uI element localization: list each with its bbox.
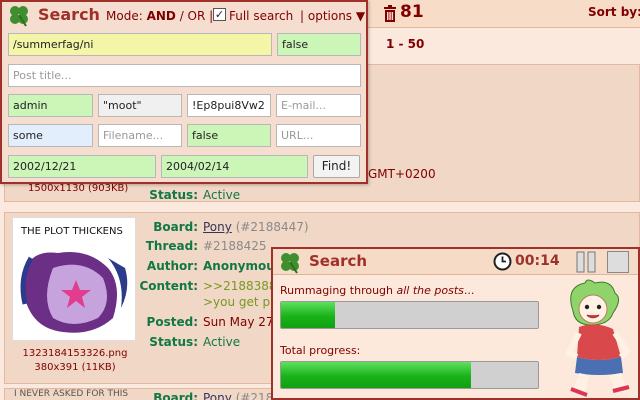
sort-by-label[interactable]: Sort by: <box>588 5 640 19</box>
date-from-input[interactable]: 2002/12/21 <box>8 155 156 178</box>
search-progress-dialog: Search 00:14 Rummaging through all the p… <box>271 247 640 400</box>
progress-status-text: Rummaging through all the posts... <box>280 284 474 297</box>
options-toggle[interactable]: | options ▼ <box>300 9 365 23</box>
post-thumbnail[interactable]: THE PLOT THICKENS <box>12 217 136 341</box>
name-input[interactable]: admin <box>8 94 93 117</box>
search-panel: Search Mode: AND / OR | ✓ Full search | … <box>0 0 368 184</box>
progress-status-suffix: ... <box>463 284 475 297</box>
trip-name-input[interactable]: "moot" <box>98 94 182 117</box>
sticky-filter[interactable]: false <box>187 124 271 147</box>
post-number[interactable]: (#2188447) <box>236 220 309 234</box>
thumb-caption: THE PLOT THICKENS <box>20 226 123 237</box>
post-title-input[interactable]: Post title... <box>8 64 361 87</box>
tripcode-input[interactable]: !Ep8pui8Vw2 <box>187 94 271 117</box>
search-panel-header: Search Mode: AND / OR | ✓ Full search | … <box>2 2 366 29</box>
stop-button[interactable] <box>607 251 629 273</box>
status-label: Status: <box>149 188 198 202</box>
board-link[interactable]: Pony <box>203 391 232 400</box>
post-dimensions: 1500x1130 (903KB) <box>28 183 129 194</box>
pony-image: THE PLOT THICKENS <box>13 218 135 340</box>
clock-icon <box>493 252 512 271</box>
post-number[interactable]: (#218 <box>236 391 274 400</box>
full-search-checkbox[interactable]: ✓ <box>213 8 226 21</box>
find-button[interactable]: Find! <box>313 155 360 178</box>
board-label: Board: <box>153 220 198 234</box>
current-progress-bar <box>280 301 539 329</box>
author-label: Author: <box>146 259 198 273</box>
progress-status-prefix: Rummaging through <box>280 284 397 297</box>
dialog-header: Search 00:14 <box>273 249 638 275</box>
thread-link[interactable]: #2188425 <box>203 239 267 253</box>
elapsed-timer: 00:14 <box>515 253 560 269</box>
mascot-character <box>564 279 631 397</box>
result-count: 81 <box>400 2 424 22</box>
post-dimensions: 380x391 (11KB) <box>34 362 116 373</box>
thumb-caption: I NEVER ASKED FOR THIS <box>14 389 129 399</box>
full-search-label[interactable]: Full search <box>229 9 293 23</box>
clover-icon <box>10 6 28 27</box>
status-label: Status: <box>149 335 198 349</box>
total-progress-label: Total progress: <box>280 344 361 357</box>
status-value: Active <box>203 335 241 349</box>
mode-separator: / <box>175 9 188 23</box>
deleted-filter[interactable]: false <box>277 33 361 56</box>
mode-and-option[interactable]: AND <box>147 9 176 23</box>
clover-icon <box>281 253 299 274</box>
date-to-input[interactable]: 2004/02/14 <box>161 155 308 178</box>
posted-label: Posted: <box>146 315 198 329</box>
filename-input[interactable]: Filename... <box>98 124 182 147</box>
current-progress-fill <box>281 302 335 328</box>
mode-or-option[interactable]: OR <box>188 9 206 23</box>
status-value: Active <box>203 188 241 202</box>
search-mode: Mode: AND / OR | <box>106 9 214 23</box>
email-input[interactable]: E-mail... <box>276 94 361 117</box>
greentext-line: >you get pi <box>203 295 274 309</box>
quote-link[interactable]: >>2188388 <box>203 279 277 293</box>
content-label: Content: <box>139 279 198 293</box>
result-range: 1 - 50 <box>386 37 425 51</box>
thread-label: Thread: <box>145 239 198 253</box>
board-label: Board: <box>153 391 198 400</box>
progress-status-emphasis: all the posts <box>396 284 464 297</box>
total-progress-bar <box>280 361 539 389</box>
media-filter[interactable]: some <box>8 124 93 147</box>
url-input[interactable]: URL... <box>276 124 361 147</box>
mode-label: Mode: <box>106 9 143 23</box>
board-link[interactable]: Pony <box>203 220 232 234</box>
post-filename[interactable]: 1323184153326.png <box>10 348 140 359</box>
trash-icon[interactable] <box>383 5 397 22</box>
board-input[interactable]: /summerfag/ni <box>8 33 272 56</box>
total-progress-fill <box>281 362 472 388</box>
post-timezone: GMT+0200 <box>368 167 436 181</box>
pause-icon[interactable] <box>575 251 597 273</box>
posted-value: Sun May 27 <box>203 315 274 329</box>
dialog-title: Search <box>309 252 368 270</box>
search-panel-title: Search <box>38 5 100 24</box>
